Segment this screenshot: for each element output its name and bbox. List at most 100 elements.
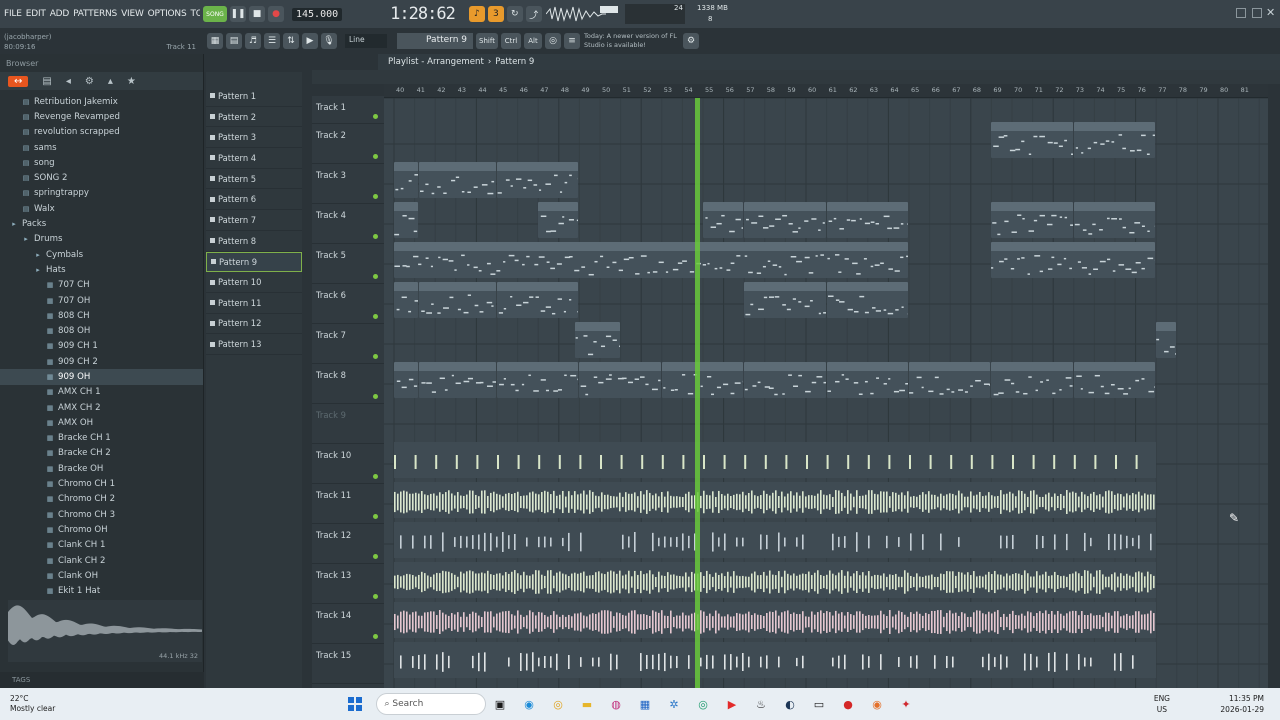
pattern-item[interactable]: Pattern 10	[206, 272, 302, 293]
channel-rack-icon[interactable]: ▤	[226, 33, 242, 49]
audio-clip[interactable]	[394, 482, 1157, 518]
firefox-icon[interactable]: ◉	[866, 693, 888, 715]
alt-button[interactable]: Alt	[524, 33, 542, 49]
track-header[interactable]: Track 13	[312, 564, 384, 604]
browser-item[interactable]: ▦ Clank OH	[0, 568, 203, 583]
browser-up-icon[interactable]: ▴	[108, 76, 113, 87]
track-header[interactable]: Track 12	[312, 524, 384, 564]
app-icon[interactable]: ◍	[605, 693, 627, 715]
step-edit-icon[interactable]: ⤴	[525, 6, 542, 22]
track-enable-led[interactable]	[373, 594, 378, 599]
pattern-clip[interactable]: Pattern 9	[418, 282, 496, 318]
pattern-clip[interactable]: Pattern 2	[744, 202, 826, 238]
pattern-clip[interactable]: Pattern 10	[497, 362, 579, 398]
pattern-clip[interactable]: Pattern 10	[418, 362, 496, 398]
tags-bar[interactable]: TAGS	[0, 672, 204, 688]
pattern-item[interactable]: Pattern 2	[206, 107, 302, 128]
browser-item[interactable]: ▦ Clank CH 2	[0, 553, 203, 568]
track-header[interactable]: Track 4	[312, 204, 384, 244]
task-view-icon[interactable]: ▣	[489, 693, 511, 715]
browser-item[interactable]: ▦ Clank CH 1	[0, 538, 203, 553]
shift-button[interactable]: Shift	[476, 33, 498, 49]
pattern-clip[interactable]: Pattern 9	[744, 282, 826, 318]
weather-widget[interactable]: 22°C Mostly clear	[0, 694, 130, 714]
pattern-clip[interactable]: Pattern 9	[826, 282, 908, 318]
pattern-clip[interactable]: Pattern 8	[418, 162, 496, 198]
browser-item[interactable]: ▦ AMX OH	[0, 415, 203, 430]
track-header[interactable]: Track 1	[312, 96, 384, 124]
news-icon[interactable]: ≡	[564, 33, 580, 49]
track-header[interactable]: Track 10	[312, 444, 384, 484]
pattern-item[interactable]: Pattern 11	[206, 293, 302, 314]
track-header[interactable]: Track 14	[312, 604, 384, 644]
snap-select[interactable]: Line	[345, 34, 387, 48]
volume-slider[interactable]	[600, 6, 618, 13]
menu-item-patterns[interactable]: PATTERNS	[73, 9, 117, 19]
audio-clip[interactable]	[394, 642, 1157, 678]
gear-icon[interactable]: ⚙	[683, 33, 699, 49]
audio-clip[interactable]	[394, 562, 1157, 598]
playlist-ruler[interactable]: 40 41 42 43 44 45 46 47 48 49 50 51 52 53 54 55 56 57 58 59…	[384, 84, 1270, 98]
playlist-scrollbar[interactable]	[1268, 84, 1280, 688]
browser-item[interactable]: ▤ SONG 2	[0, 170, 203, 185]
pattern-clip[interactable]: Pattern 10	[744, 362, 826, 398]
pattern-clip[interactable]: Pattern 13	[991, 202, 1073, 238]
piano-roll-icon[interactable]: ♬	[245, 33, 261, 49]
pattern-item[interactable]: Pattern 4	[206, 148, 302, 169]
track-header[interactable]: Track 6	[312, 284, 384, 324]
browser-item[interactable]: ▦ Chromo OH	[0, 522, 203, 537]
track-header[interactable]: Track 15	[312, 644, 384, 684]
browser-item[interactable]: ▦ Bracke CH 1	[0, 431, 203, 446]
browser-item[interactable]: ▸ Hats	[0, 262, 203, 277]
ctrl-button[interactable]: Ctrl	[501, 33, 521, 49]
media-icon[interactable]: ✦	[895, 693, 917, 715]
browser-item[interactable]: ▦ Chromo CH 1	[0, 476, 203, 491]
browser-item[interactable]: ▦ AMX CH 2	[0, 400, 203, 415]
menu-item-file[interactable]: FILE	[4, 9, 22, 19]
browser-item[interactable]: ▦ 909 CH 2	[0, 354, 203, 369]
windows-start-icon[interactable]	[344, 693, 366, 715]
pattern-clip[interactable]: Pattern 3	[826, 202, 908, 238]
track-header[interactable]: Track 3	[312, 164, 384, 204]
browser-gear-icon[interactable]: ⚙	[85, 76, 94, 87]
browser-item[interactable]: ▤ sams	[0, 140, 203, 155]
pattern-clip[interactable]: Pattern 10	[661, 362, 744, 398]
track-header[interactable]: Track 11	[312, 484, 384, 524]
browser-item[interactable]: ▤ Revenge Revamped	[0, 109, 203, 124]
record-app-icon[interactable]: ●	[837, 693, 859, 715]
browser-item[interactable]: ▦ 707 OH	[0, 293, 203, 308]
menu-item-add[interactable]: ADD	[50, 9, 70, 19]
browser-toggle-icon[interactable]: ▶	[302, 33, 318, 49]
track-enable-led[interactable]	[373, 514, 378, 519]
browser-item[interactable]: ▦ Bracke OH	[0, 461, 203, 476]
record-button[interactable]: ●	[268, 6, 284, 22]
window-close-button[interactable]: ✕	[1266, 6, 1275, 19]
pattern-clip[interactable]: Pattern 11	[1073, 122, 1156, 158]
pattern-select[interactable]: Pattern 9	[397, 33, 473, 49]
browser-item[interactable]: ▤ springtrappy	[0, 186, 203, 201]
window-minimize-button[interactable]	[1236, 8, 1246, 18]
pattern-item[interactable]: Pattern 12	[206, 314, 302, 335]
menu-item-edit[interactable]: EDIT	[26, 9, 46, 19]
pattern-clip[interactable]: Pa 3	[394, 202, 418, 238]
track-enable-led[interactable]	[373, 274, 378, 279]
audio-clip[interactable]	[394, 602, 1157, 638]
browser-item[interactable]: ▸ Cymbals	[0, 247, 203, 262]
file-explorer-icon[interactable]: ▬	[576, 693, 598, 715]
browser-item[interactable]: ▦ Bracke CH 2	[0, 446, 203, 461]
terminal-icon[interactable]: ▭	[808, 693, 830, 715]
pattern-clip[interactable]: Pa 1	[394, 162, 418, 198]
pattern-clip[interactable]: Pattern 3	[538, 202, 579, 238]
track-enable-led[interactable]	[373, 634, 378, 639]
pattern-clip[interactable]: Pattern 13	[1073, 202, 1156, 238]
news-ticker[interactable]: Today: A newer version of FL Studio is a…	[584, 32, 680, 50]
pattern-clip[interactable]: Pattern 10	[909, 362, 991, 398]
stop-button[interactable]: ■	[249, 6, 265, 22]
browser-item[interactable]: ▸ Drums	[0, 232, 203, 247]
pattern-clip[interactable]: Pattern 3	[703, 202, 744, 238]
track-enable-led[interactable]	[373, 554, 378, 559]
track-header[interactable]: Track 5	[312, 244, 384, 284]
track-header[interactable]: Track 8	[312, 364, 384, 404]
fl-studio-taskbar-icon[interactable]: ♨	[750, 693, 772, 715]
browser-item[interactable]: ▤ revolution scrapped	[0, 125, 203, 140]
